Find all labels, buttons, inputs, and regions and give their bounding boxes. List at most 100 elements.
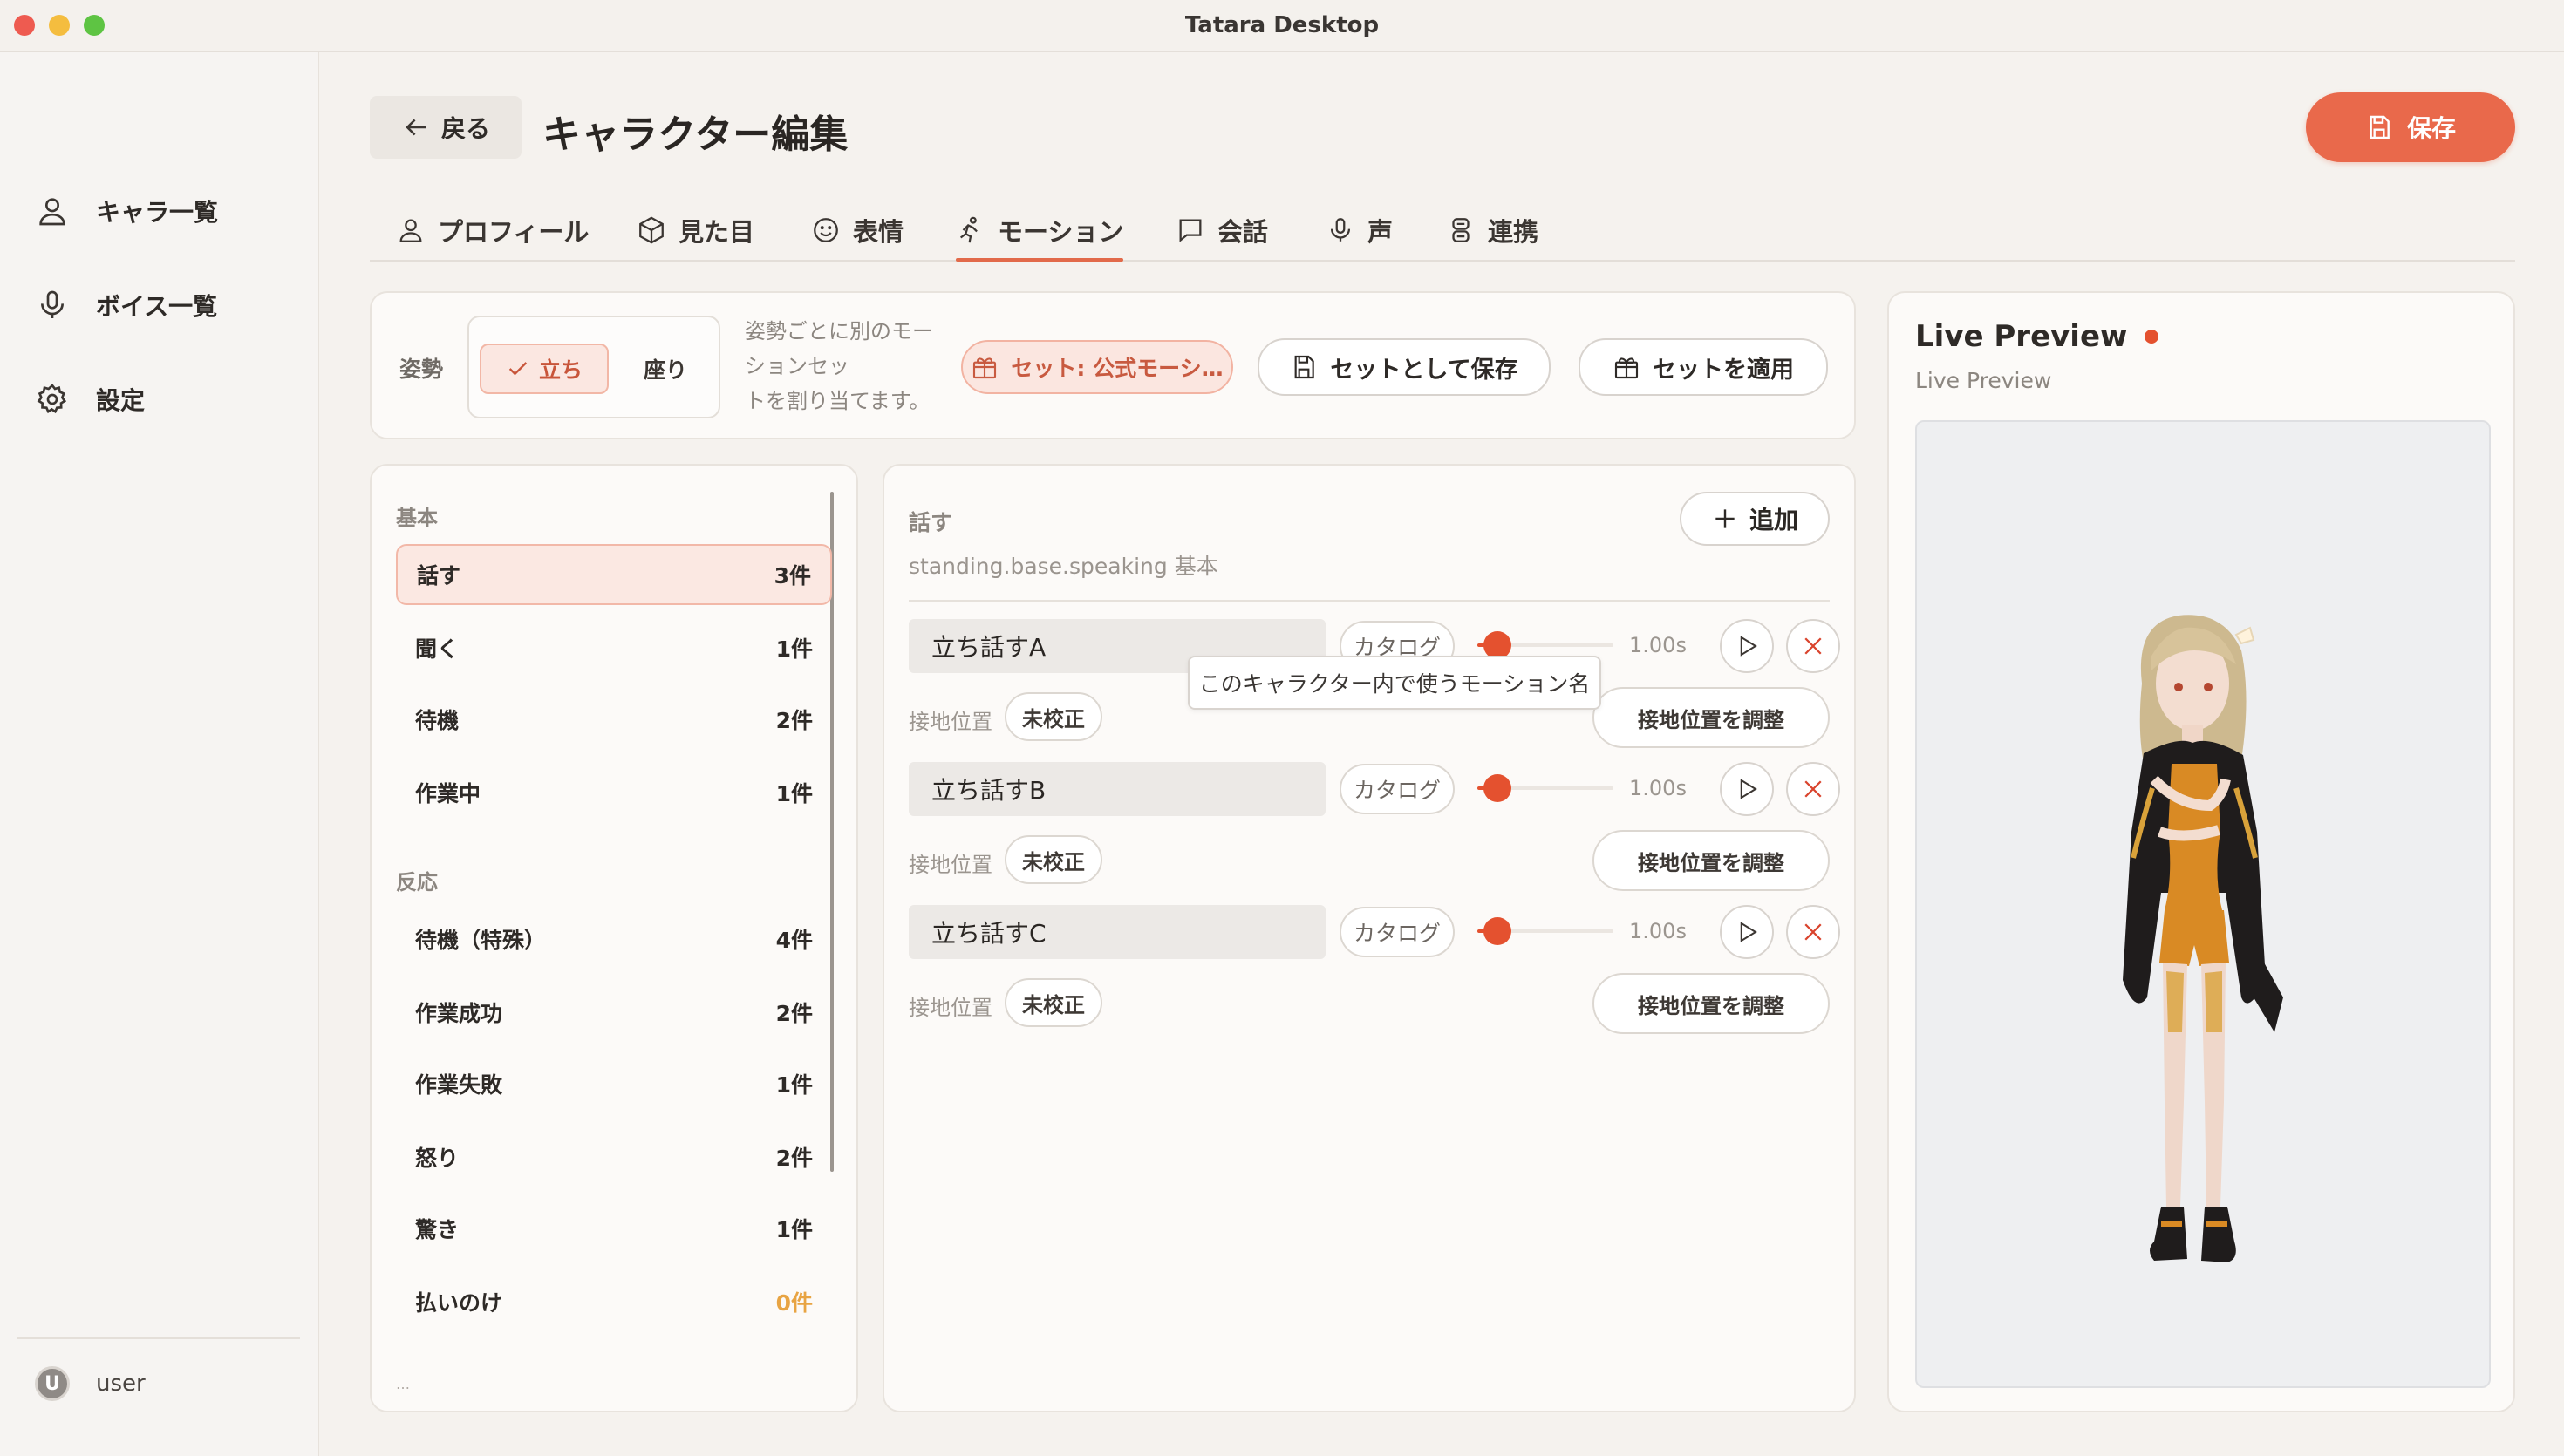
posture-option-sitting[interactable]: 座り [617, 344, 713, 394]
speed-slider[interactable] [1477, 631, 1613, 659]
item-name: 待機 [415, 708, 460, 733]
arrow-left-icon [406, 119, 426, 136]
page-title: キャラクター編集 [542, 112, 849, 157]
play-button[interactable] [1720, 905, 1774, 959]
list-item-brush-off[interactable]: 払いのけ 0件 [396, 1271, 832, 1332]
speed-slider[interactable] [1477, 917, 1613, 945]
delete-button[interactable] [1786, 762, 1840, 816]
list-item-speaking[interactable]: 話す 3件 [396, 544, 832, 605]
list-item-anger[interactable]: 怒り 2件 [396, 1126, 832, 1187]
uncalibrated-badge: 未校正 [1005, 978, 1102, 1027]
adjust-contact-button[interactable]: 接地位置を調整 [1592, 687, 1830, 748]
tab-label: プロフィール [438, 217, 590, 247]
preview-title-text: Live Preview [1915, 319, 2128, 354]
catalog-button[interactable]: カタログ [1340, 764, 1455, 814]
live-indicator-dot [2145, 330, 2159, 344]
item-name: 作業中 [415, 781, 481, 806]
play-icon [1740, 779, 1757, 799]
item-name: 作業成功 [415, 1001, 503, 1026]
item-count: 2件 [775, 708, 813, 733]
mic-icon [1330, 218, 1351, 242]
posture-label: 姿勢 [399, 357, 444, 382]
save-as-set-button[interactable]: セットとして保存 [1258, 338, 1551, 396]
detail-divider [909, 600, 1830, 602]
contact-label: 接地位置 [909, 996, 992, 1020]
check-icon [508, 362, 528, 376]
tab-label: 会話 [1217, 217, 1269, 247]
motion-set-chip[interactable]: セット: 公式モーシ… [961, 340, 1233, 394]
tab-label: 連携 [1488, 217, 1539, 247]
gift-box-icon [973, 357, 997, 379]
tab-voice[interactable]: 声 [1326, 201, 1393, 260]
gear-icon [37, 384, 67, 414]
user-name: user [96, 1371, 146, 1397]
sidebar-item-settings[interactable]: 設定 [35, 373, 145, 425]
link-icon [1452, 218, 1470, 242]
catalog-button[interactable]: カタログ [1340, 907, 1455, 957]
button-label: セットとして保存 [1330, 356, 1518, 384]
button-label: 追加 [1749, 506, 1798, 534]
list-item-working[interactable]: 作業中 1件 [396, 762, 832, 823]
group-label-reaction: 反応 [396, 870, 438, 895]
run-icon [959, 216, 978, 243]
character-model-image [2123, 615, 2283, 1262]
hint-line: ションセッ [745, 354, 849, 378]
item-count: 1件 [775, 1217, 813, 1242]
sidebar-item-characters[interactable]: キャラ一覧 [35, 185, 218, 237]
tab-motion[interactable]: モーション [956, 201, 1124, 262]
list-item-listening[interactable]: 聞く 1件 [396, 617, 832, 678]
item-count: 2件 [775, 1001, 813, 1026]
slider-thumb[interactable] [1483, 774, 1512, 802]
user-account[interactable]: U user [35, 1366, 146, 1401]
sidebar: キャラ一覧 ボイス一覧 設定 U user [0, 52, 319, 1456]
speed-slider[interactable] [1477, 774, 1613, 802]
adjust-contact-button[interactable]: 接地位置を調整 [1592, 973, 1830, 1034]
item-count: 4件 [775, 928, 813, 953]
item-count: 2件 [775, 1146, 813, 1171]
list-item-idle[interactable]: 待機 2件 [396, 689, 832, 750]
tab-appearance[interactable]: 見た目 [637, 201, 754, 260]
tab-profile[interactable]: プロフィール [396, 201, 589, 260]
list-item-work-failure[interactable]: 作業失敗 1件 [396, 1053, 832, 1114]
slider-thumb[interactable] [1483, 917, 1512, 945]
save-button[interactable]: 保存 [2306, 92, 2515, 162]
motion-name-input[interactable]: 立ち話すB [909, 762, 1326, 816]
delete-button[interactable] [1786, 619, 1840, 673]
tab-integration[interactable]: 連携 [1446, 201, 1538, 260]
motion-name-input[interactable]: 立ち話すC [909, 905, 1326, 959]
play-button[interactable] [1720, 619, 1774, 673]
motion-row: 立ち話すB カタログ 1.00s 接地位置 未校正 接地位置を調整 [909, 762, 1840, 893]
adjust-contact-button[interactable]: 接地位置を調整 [1592, 830, 1830, 891]
gift-box-icon [1614, 357, 1639, 379]
save-icon [1294, 355, 1315, 379]
tab-expressions[interactable]: 表情 [811, 201, 904, 260]
option-label: 座り [643, 357, 687, 383]
duration-value: 1.00s [1629, 633, 1687, 657]
tab-conversation[interactable]: 会話 [1176, 201, 1268, 260]
hint-line: トを割り当てます。 [745, 389, 931, 413]
user-icon [399, 219, 422, 242]
back-button[interactable]: 戻る [370, 96, 522, 159]
tab-label: 表情 [853, 217, 904, 247]
tab-label: 声 [1367, 217, 1394, 247]
list-cutoff-text: … [396, 1376, 410, 1392]
list-item-surprise[interactable]: 驚き 1件 [396, 1198, 832, 1259]
sidebar-item-voices[interactable]: ボイス一覧 [35, 279, 217, 331]
list-item-work-success[interactable]: 作業成功 2件 [396, 982, 832, 1043]
sidebar-item-label: キャラ一覧 [96, 198, 219, 227]
window-titlebar: Tatara Desktop [0, 0, 2564, 52]
sidebar-item-label: ボイス一覧 [96, 292, 218, 321]
item-name: 驚き [415, 1217, 460, 1242]
add-motion-button[interactable]: 追加 [1680, 492, 1830, 546]
posture-option-standing[interactable]: 立ち [480, 344, 609, 394]
chat-icon [1179, 219, 1202, 242]
play-button[interactable] [1720, 762, 1774, 816]
item-count: 3件 [774, 563, 811, 589]
delete-button[interactable] [1786, 905, 1840, 959]
uncalibrated-badge: 未校正 [1005, 692, 1102, 741]
option-label: 立ち [538, 357, 583, 383]
apply-set-button[interactable]: セットを適用 [1579, 338, 1828, 396]
list-item-idle-special[interactable]: 待機（特殊） 4件 [396, 908, 832, 970]
item-count: 1件 [775, 781, 813, 806]
preview-viewport[interactable] [1915, 420, 2491, 1388]
